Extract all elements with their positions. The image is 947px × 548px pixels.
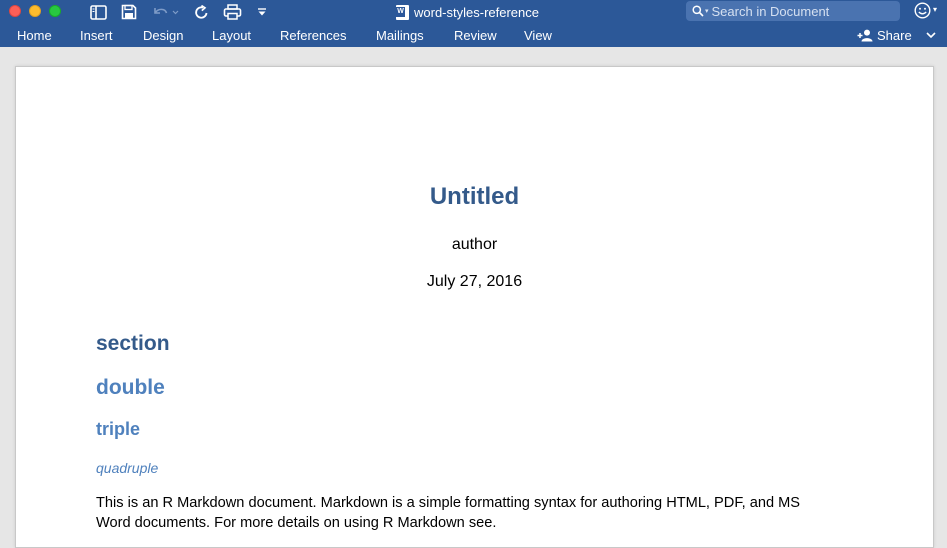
- print-button[interactable]: [221, 2, 243, 22]
- tab-references[interactable]: References: [280, 24, 346, 47]
- heading-4: quadruple: [96, 460, 159, 476]
- word-document-icon: W: [396, 4, 409, 20]
- doc-date: July 27, 2016: [426, 273, 523, 290]
- smiley-icon[interactable]: [914, 2, 931, 19]
- tab-mailings[interactable]: Mailings: [376, 24, 424, 47]
- sidebar-icon: [89, 4, 107, 20]
- redo-button[interactable]: [192, 2, 210, 22]
- chevron-down-icon[interactable]: [925, 28, 937, 42]
- doc-author: author: [451, 236, 498, 253]
- undo-button[interactable]: [150, 2, 180, 22]
- document-page[interactable]: Untitled author July 27, 2016 section do…: [15, 66, 934, 548]
- search-input[interactable]: [711, 3, 892, 19]
- heading-1: section: [96, 332, 170, 355]
- tab-home[interactable]: Home: [17, 24, 52, 47]
- maximize-window-button[interactable]: [49, 5, 61, 17]
- feedback-caret-icon[interactable]: ▾: [933, 5, 937, 14]
- document-title: W word-styles-reference: [396, 0, 539, 24]
- search-box[interactable]: ▾: [686, 1, 900, 21]
- tab-review[interactable]: Review: [454, 24, 497, 47]
- close-window-button[interactable]: [9, 5, 21, 17]
- customize-caret-icon: [258, 8, 266, 16]
- document-canvas[interactable]: Untitled author July 27, 2016 section do…: [0, 47, 947, 548]
- title-bar: W word-styles-reference ▾ ▾: [0, 0, 947, 24]
- minimize-window-button[interactable]: [29, 5, 41, 17]
- undo-icon: [154, 8, 179, 15]
- add-person-icon: [857, 29, 873, 42]
- body-paragraph: This is an R Markdown document. Markdown…: [96, 495, 801, 531]
- search-icon: [692, 5, 704, 17]
- word-icon-letter: W: [396, 6, 405, 17]
- heading-2: double: [96, 376, 165, 399]
- share-label: Share: [877, 28, 912, 43]
- tab-layout[interactable]: Layout: [212, 24, 251, 47]
- save-icon: [121, 4, 137, 20]
- document-name: word-styles-reference: [414, 4, 539, 20]
- doc-title: Untitled: [429, 183, 520, 210]
- ribbon-tab-bar: Home Insert Design Layout References Mai…: [0, 24, 947, 47]
- tab-insert[interactable]: Insert: [80, 24, 113, 47]
- search-options-caret-icon[interactable]: ▾: [705, 7, 709, 15]
- save-button[interactable]: [119, 2, 139, 22]
- sidebar-toggle-button[interactable]: [88, 2, 108, 22]
- tab-design[interactable]: Design: [143, 24, 183, 47]
- tab-view[interactable]: View: [524, 24, 552, 47]
- customize-toolbar-button[interactable]: [255, 2, 269, 22]
- print-icon: [223, 4, 241, 20]
- share-button[interactable]: Share: [857, 24, 912, 47]
- heading-3: triple: [96, 419, 141, 439]
- redo-icon: [194, 4, 207, 19]
